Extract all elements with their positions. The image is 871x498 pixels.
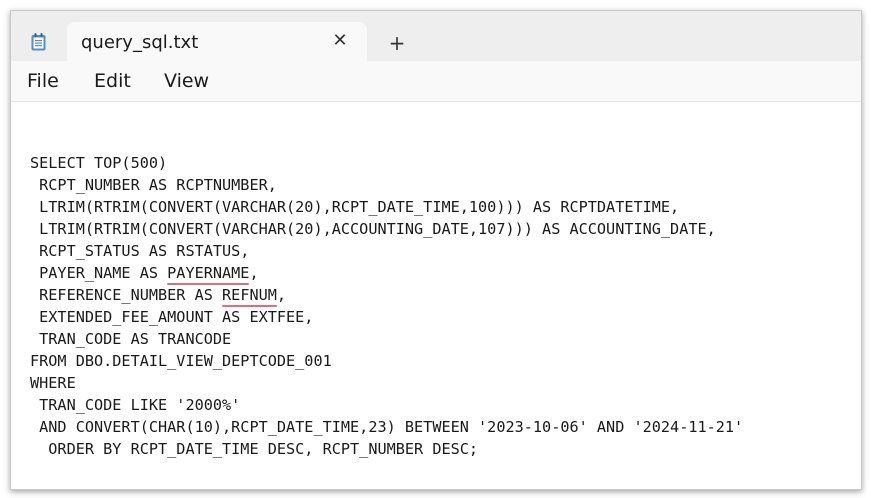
code-line: EXTENDED_FEE_AMOUNT AS EXTFEE, [30,308,314,326]
spellcheck-flagged-word[interactable]: REFNUM [222,286,277,304]
menu-bar: File Edit View [11,61,861,102]
code-text: , [249,264,259,282]
menu-view[interactable]: View [164,70,209,92]
code-line: FROM DBO.DETAIL_VIEW_DEPTCODE_001 [30,352,332,370]
editor-content[interactable]: SELECT TOP(500) RCPT_NUMBER AS RCPTNUMBE… [30,152,743,460]
code-line: REFERENCE_NUMBER AS REFNUM, [30,284,743,306]
code-line: LTRIM(RTRIM(CONVERT(VARCHAR(20),RCPT_DAT… [30,198,680,216]
close-icon[interactable]: ✕ [329,30,351,52]
code-line: ORDER BY RCPT_DATE_TIME DESC, RCPT_NUMBE… [30,440,479,458]
code-line: WHERE [30,374,76,392]
code-text: , [276,286,287,304]
code-line: LTRIM(RTRIM(CONVERT(VARCHAR(20),ACCOUNTI… [30,220,716,238]
tab-query-sql[interactable]: query_sql.txt ✕ [67,22,367,62]
menu-edit[interactable]: Edit [94,70,131,92]
spellcheck-flagged-word[interactable]: PAYERNAME [167,264,249,282]
notepad-window: query_sql.txt ✕ + File Edit View SELECT … [10,10,862,490]
code-line: SELECT TOP(500) [30,154,168,172]
new-tab-button[interactable]: + [385,31,409,55]
code-line: RCPT_STATUS AS RSTATUS, [30,242,250,260]
text-editor[interactable]: SELECT TOP(500) RCPT_NUMBER AS RCPTNUMBE… [11,102,861,489]
tab-bar: query_sql.txt ✕ + [11,11,861,62]
code-line: AND CONVERT(CHAR(10),RCPT_DATE_TIME,23) … [30,418,744,436]
code-line: TRAN_CODE LIKE '2000%' [30,396,241,414]
code-text: REFERENCE_NUMBER AS [30,286,223,304]
code-line: PAYER_NAME AS PAYERNAME, [30,262,743,284]
code-text: PAYER_NAME AS [30,264,168,282]
tab-title: query_sql.txt [81,32,199,53]
code-line: RCPT_NUMBER AS RCPTNUMBER, [30,176,277,194]
code-line: TRAN_CODE AS TRANCODE [30,330,232,348]
menu-file[interactable]: File [27,70,59,92]
notepad-icon [31,33,46,51]
